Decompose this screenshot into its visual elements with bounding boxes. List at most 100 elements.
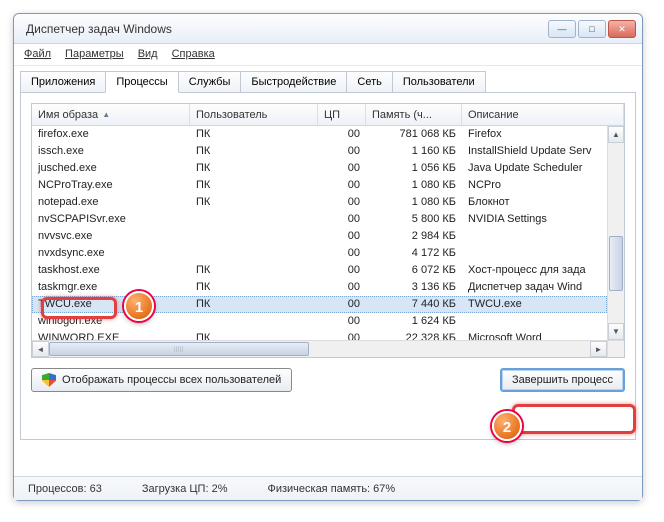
maximize-button[interactable]: □ [578,20,606,38]
processes-pane: Имя образа▲ Пользователь ЦП Память (ч...… [20,92,636,440]
tab-5[interactable]: Пользователи [392,71,486,93]
scroll-corner [607,340,624,357]
cell: 781 068 КБ [366,126,462,143]
cell: nvvsvc.exe [32,228,190,245]
cell: NVIDIA Settings [462,211,607,228]
menu-view[interactable]: Вид [138,48,158,65]
table-row[interactable]: jusched.exeПК001 056 КБJava Update Sched… [32,160,607,177]
cell: TWCU.exe [32,296,190,313]
cell: 5 800 КБ [366,211,462,228]
cell: 1 056 КБ [366,160,462,177]
cell: 00 [318,279,366,296]
cell: 3 136 КБ [366,279,462,296]
table-row[interactable]: nvvsvc.exe 002 984 КБ [32,228,607,245]
scroll-thumb[interactable] [609,236,623,291]
cell: 00 [318,330,366,340]
cell: Firefox [462,126,607,143]
cell: 2 984 КБ [366,228,462,245]
table-row[interactable]: nvxdsync.exe004 172 КБ [32,245,607,262]
cell: 4 172 КБ [366,245,462,262]
cell: NCProTray.exe [32,177,190,194]
scroll-up-icon[interactable]: ▲ [608,126,624,143]
cell: 00 [318,143,366,160]
table-row[interactable]: nvSCPAPISvr.exe005 800 КБNVIDIA Settings [32,211,607,228]
minimize-button[interactable]: — [548,20,576,38]
cell: ПК [190,160,318,177]
callout-2: 2 [492,411,522,441]
status-cpu: Загрузка ЦП: 2% [142,483,228,495]
tab-2[interactable]: Службы [178,71,242,93]
col-description[interactable]: Описание [462,104,624,125]
col-memory[interactable]: Память (ч... [366,104,462,125]
cell: Microsoft Word [462,330,607,340]
status-memory: Физическая память: 67% [267,483,395,495]
menubar: Файл Параметры Вид Справка [14,44,642,66]
col-image-name[interactable]: Имя образа▲ [32,104,190,125]
cell: 6 072 КБ [366,262,462,279]
scroll-right-icon[interactable]: ► [590,341,607,357]
status-processes: Процессов: 63 [28,483,102,495]
cell: Java Update Scheduler [462,160,607,177]
table-row[interactable]: taskmgr.exeПК003 136 КБДиспетчер задач W… [32,279,607,296]
window-buttons: — □ ✕ [548,20,636,38]
cell: ПК [190,296,318,313]
show-all-users-button[interactable]: Отображать процессы всех пользователей [31,368,292,392]
cell [190,228,318,245]
table-row[interactable]: winlogon.exe001 624 КБ [32,313,607,330]
menu-file[interactable]: Файл [24,48,51,65]
end-process-label: Завершить процесс [512,374,613,386]
cell [462,228,607,245]
cell: 1 080 КБ [366,177,462,194]
table-row[interactable]: issch.exeПК001 160 КБInstallShield Updat… [32,143,607,160]
table-row[interactable]: WINWORD.EXEПК0022 328 КБMicrosoft Word [32,330,607,340]
cell: jusched.exe [32,160,190,177]
scroll-left-icon[interactable]: ◄ [32,341,49,357]
cell: 00 [318,211,366,228]
vertical-scrollbar[interactable]: ▲ ▼ [607,126,624,340]
cell: notepad.exe [32,194,190,211]
cell [190,313,318,330]
callout-1: 1 [124,291,154,321]
scroll-down-icon[interactable]: ▼ [608,323,624,340]
menu-help[interactable]: Справка [172,48,215,65]
cell: firefox.exe [32,126,190,143]
window-title: Диспетчер задач Windows [26,22,548,36]
col-user[interactable]: Пользователь [190,104,318,125]
cell: 1 160 КБ [366,143,462,160]
titlebar[interactable]: Диспетчер задач Windows — □ ✕ [14,14,642,44]
cell: ПК [190,330,318,340]
cell: ПК [190,177,318,194]
end-process-button[interactable]: Завершить процесс [500,368,625,392]
table-row[interactable]: NCProTray.exeПК001 080 КБNCPro [32,177,607,194]
menu-options[interactable]: Параметры [65,48,124,65]
table-row[interactable]: taskhost.exeПК006 072 КБХост-процесс для… [32,262,607,279]
cell: 00 [318,177,366,194]
tab-4[interactable]: Сеть [346,71,392,93]
close-button[interactable]: ✕ [608,20,636,38]
table-row[interactable]: TWCU.exeПК007 440 КБTWCU.exe [32,296,607,313]
table-row[interactable]: firefox.exeПК00781 068 КБFirefox [32,126,607,143]
cell: ПК [190,126,318,143]
cell: ПК [190,262,318,279]
col-cpu[interactable]: ЦП [318,104,366,125]
cell: 00 [318,126,366,143]
tab-1[interactable]: Процессы [105,71,178,93]
uac-shield-icon [42,373,56,387]
tab-0[interactable]: Приложения [20,71,106,93]
cell: Хост-процесс для зада [462,262,607,279]
cell [190,211,318,228]
table-header: Имя образа▲ Пользователь ЦП Память (ч...… [32,104,624,126]
cell [462,313,607,330]
table-row[interactable]: notepad.exeПК001 080 КББлокнот [32,194,607,211]
cell: 00 [318,245,366,262]
cell: Диспетчер задач Wind [462,279,607,296]
cell: 00 [318,228,366,245]
pane-bottom-row: Отображать процессы всех пользователей З… [31,368,625,392]
cell: NCPro [462,177,607,194]
cell: 22 328 КБ [366,330,462,340]
cell: issch.exe [32,143,190,160]
horizontal-scrollbar[interactable]: ◄ ► [32,340,607,357]
cell: 00 [318,160,366,177]
hscroll-thumb[interactable] [49,342,309,356]
tab-3[interactable]: Быстродействие [240,71,347,93]
